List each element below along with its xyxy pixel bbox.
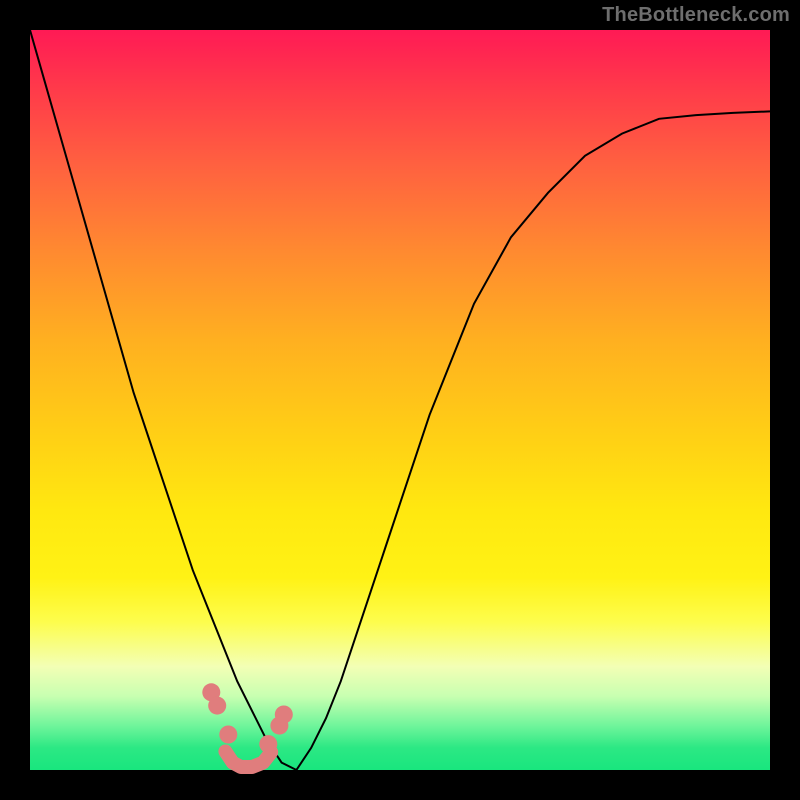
curve-marker-dot (275, 706, 293, 724)
curve-marker-dot (259, 735, 277, 753)
curve-marker-dot (208, 697, 226, 715)
curve-markers (202, 683, 292, 753)
valley-marker (225, 752, 271, 768)
bottleneck-curve (30, 30, 770, 770)
chart-plot-area (30, 30, 770, 770)
watermark-label: TheBottleneck.com (602, 4, 790, 27)
curve-marker-dot (219, 726, 237, 744)
bottleneck-curve-svg (30, 30, 770, 770)
